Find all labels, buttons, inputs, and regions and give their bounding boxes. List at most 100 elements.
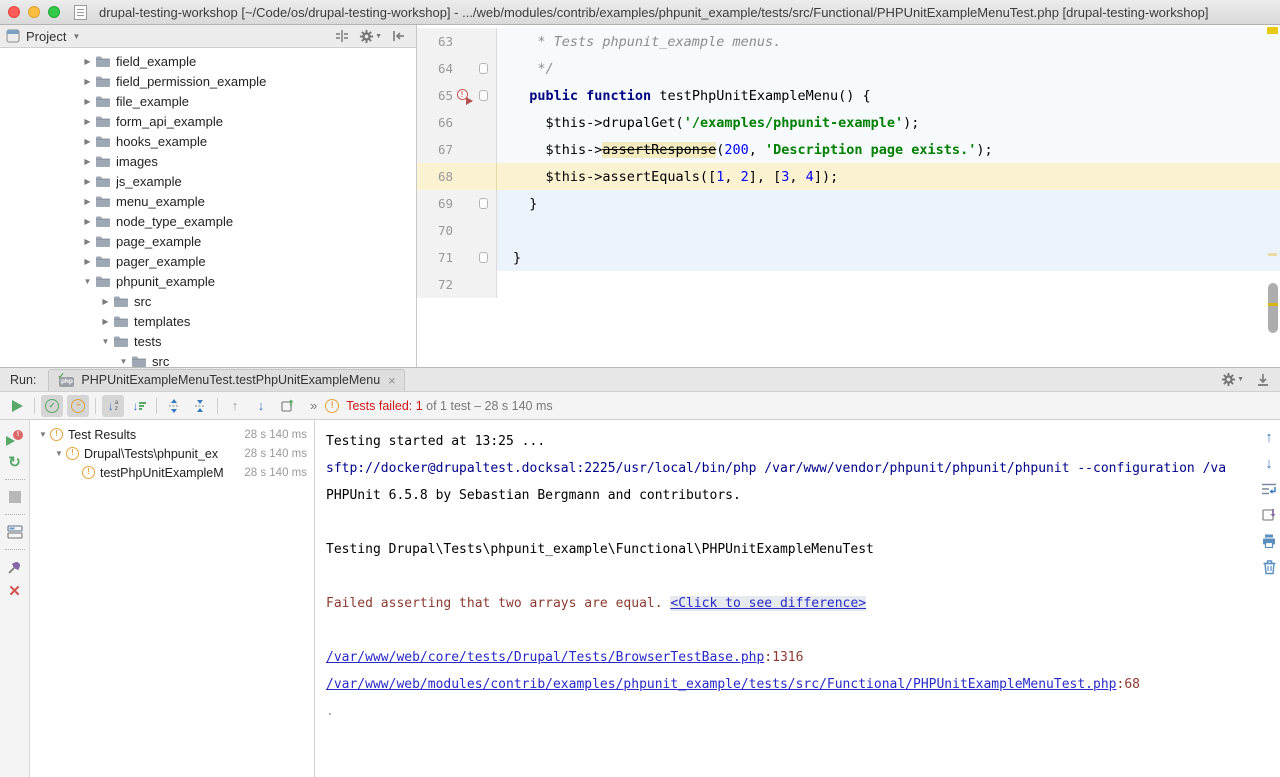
line-number[interactable]: 65 bbox=[417, 88, 453, 103]
project-settings-gear-icon[interactable]: ▼ bbox=[359, 29, 382, 44]
line-number[interactable]: 63 bbox=[417, 34, 453, 49]
chevron-collapsed-icon[interactable]: ▶ bbox=[80, 237, 95, 246]
rerun-failed-tests-button[interactable]: ! bbox=[0, 426, 29, 450]
project-tree-item[interactable]: ▶images bbox=[0, 151, 416, 171]
soft-wrap-button[interactable] bbox=[1261, 480, 1277, 498]
warning-stripe-mark[interactable] bbox=[1268, 253, 1277, 256]
sort-alphabetically-button[interactable]: ↓az bbox=[102, 395, 124, 417]
code-editor[interactable]: 63 * Tests phpunit_example menus.64 */65… bbox=[417, 25, 1280, 367]
restore-layout-button[interactable] bbox=[0, 520, 29, 544]
editor-line[interactable]: 69 } bbox=[417, 190, 1280, 217]
project-tree-item[interactable]: ▶js_example bbox=[0, 171, 416, 191]
run-settings-gear-icon[interactable]: ▼ bbox=[1221, 372, 1244, 387]
line-number[interactable]: 72 bbox=[417, 277, 453, 292]
show-ignored-toggle[interactable]: ≡ bbox=[67, 395, 89, 417]
editor-line[interactable]: 72 bbox=[417, 271, 1280, 298]
editor-line[interactable]: 68 $this->assertEquals([1, 2], [3, 4]); bbox=[417, 163, 1280, 190]
chevron-collapsed-icon[interactable]: ▶ bbox=[80, 117, 95, 126]
previous-failed-test-button[interactable]: ↑ bbox=[224, 395, 246, 417]
close-window-button[interactable] bbox=[8, 6, 20, 18]
editor-scrollbar[interactable] bbox=[1266, 25, 1280, 367]
warning-stripe-mark[interactable] bbox=[1267, 27, 1278, 34]
scrollbar-thumb[interactable] bbox=[1268, 283, 1278, 333]
chevron-collapsed-icon[interactable]: ▶ bbox=[80, 197, 95, 206]
line-number[interactable]: 69 bbox=[417, 196, 453, 211]
rerun-button[interactable] bbox=[6, 395, 28, 417]
editor-line[interactable]: 63 * Tests phpunit_example menus. bbox=[417, 28, 1280, 55]
project-tree-item[interactable]: ▶file_example bbox=[0, 91, 416, 111]
project-tree-item[interactable]: ▶menu_example bbox=[0, 191, 416, 211]
fold-marker-icon[interactable] bbox=[479, 252, 488, 263]
fold-marker-icon[interactable] bbox=[479, 63, 488, 74]
console-link[interactable]: /var/www/web/core/tests/Drupal/Tests/Bro… bbox=[326, 650, 764, 665]
project-tree-item[interactable]: ▶hooks_example bbox=[0, 131, 416, 151]
project-tree-item[interactable]: ▶field_example bbox=[0, 51, 416, 71]
stop-button[interactable] bbox=[0, 485, 29, 509]
chevron-collapsed-icon[interactable]: ▶ bbox=[80, 157, 95, 166]
dock-panel-icon[interactable] bbox=[1256, 373, 1270, 387]
hide-panel-icon[interactable] bbox=[392, 29, 406, 43]
project-tree-item[interactable]: ▶templates bbox=[0, 311, 416, 331]
chevron-collapsed-icon[interactable]: ▶ bbox=[80, 77, 95, 86]
close-panel-button[interactable]: ✕ bbox=[0, 579, 29, 603]
project-tree-item[interactable]: ▼tests bbox=[0, 331, 416, 351]
chevron-collapsed-icon[interactable]: ▶ bbox=[80, 217, 95, 226]
project-tree-item[interactable]: ▶src bbox=[0, 291, 416, 311]
chevron-expanded-icon[interactable]: ▼ bbox=[36, 430, 50, 439]
toggle-auto-test-button[interactable]: ↻ bbox=[0, 450, 29, 474]
expand-all-button[interactable] bbox=[163, 395, 185, 417]
collapse-all-button[interactable] bbox=[189, 395, 211, 417]
minimize-window-button[interactable] bbox=[28, 6, 40, 18]
close-tab-icon[interactable]: × bbox=[388, 373, 396, 388]
fold-marker-icon[interactable] bbox=[479, 90, 488, 101]
line-number[interactable]: 64 bbox=[417, 61, 453, 76]
line-number[interactable]: 67 bbox=[417, 142, 453, 157]
import-test-results-button[interactable] bbox=[276, 395, 298, 417]
zoom-window-button[interactable] bbox=[48, 6, 60, 18]
chevron-expanded-icon[interactable]: ▼ bbox=[80, 277, 95, 286]
chevron-down-icon[interactable]: ▼ bbox=[72, 32, 80, 41]
locate-file-icon[interactable] bbox=[335, 29, 349, 43]
chevron-collapsed-icon[interactable]: ▶ bbox=[80, 257, 95, 266]
line-number[interactable]: 68 bbox=[417, 169, 453, 184]
line-number[interactable]: 71 bbox=[417, 250, 453, 265]
project-tree-item[interactable]: ▶node_type_example bbox=[0, 211, 416, 231]
pin-tab-button[interactable] bbox=[0, 555, 29, 579]
show-passed-toggle[interactable]: ✓ bbox=[41, 395, 63, 417]
editor-line[interactable]: 70 bbox=[417, 217, 1280, 244]
up-stacktrace-button[interactable]: ↑ bbox=[1265, 428, 1273, 446]
scroll-to-end-button[interactable] bbox=[1261, 506, 1277, 524]
editor-line[interactable]: 64 */ bbox=[417, 55, 1280, 82]
project-tree-item[interactable]: ▶field_permission_example bbox=[0, 71, 416, 91]
chevron-expanded-icon[interactable]: ▼ bbox=[116, 357, 131, 366]
chevron-collapsed-icon[interactable]: ▶ bbox=[98, 317, 113, 326]
project-tree-item[interactable]: ▶form_api_example bbox=[0, 111, 416, 131]
chevron-collapsed-icon[interactable]: ▶ bbox=[80, 97, 95, 106]
test-tree-item[interactable]: ▼!Drupal\Tests\phpunit_ex28 s 140 ms bbox=[30, 444, 314, 463]
fold-marker-icon[interactable] bbox=[479, 198, 488, 209]
chevron-collapsed-icon[interactable]: ▶ bbox=[80, 177, 95, 186]
console-panel[interactable]: Testing started at 13:25 ...sftp://docke… bbox=[315, 420, 1280, 777]
print-icon[interactable] bbox=[1261, 532, 1277, 550]
failed-test-gutter-icon[interactable]: ! bbox=[457, 89, 472, 103]
clear-all-icon[interactable] bbox=[1262, 558, 1277, 576]
project-tree-item[interactable]: ▼phpunit_example bbox=[0, 271, 416, 291]
more-options-chevron[interactable]: » bbox=[310, 398, 317, 413]
editor-line[interactable]: 65! public function testPhpUnitExampleMe… bbox=[417, 82, 1280, 109]
project-tree-item[interactable]: ▼src bbox=[0, 351, 416, 367]
editor-line[interactable]: 67 $this->assertResponse(200, 'Descripti… bbox=[417, 136, 1280, 163]
chevron-collapsed-icon[interactable]: ▶ bbox=[80, 137, 95, 146]
console-link[interactable]: <Click to see difference> bbox=[670, 596, 866, 611]
chevron-expanded-icon[interactable]: ▼ bbox=[52, 449, 66, 458]
console-link[interactable]: /var/www/web/modules/contrib/examples/ph… bbox=[326, 677, 1117, 692]
project-panel-title[interactable]: Project bbox=[26, 29, 66, 44]
chevron-collapsed-icon[interactable]: ▶ bbox=[98, 297, 113, 306]
chevron-collapsed-icon[interactable]: ▶ bbox=[80, 57, 95, 66]
editor-line[interactable]: 66 $this->drupalGet('/examples/phpunit-e… bbox=[417, 109, 1280, 136]
test-tree-item[interactable]: !testPhpUnitExampleM28 s 140 ms bbox=[30, 463, 314, 482]
line-number[interactable]: 70 bbox=[417, 223, 453, 238]
project-tree-item[interactable]: ▶pager_example bbox=[0, 251, 416, 271]
down-stacktrace-button[interactable]: ↓ bbox=[1265, 454, 1273, 472]
editor-line[interactable]: 71} bbox=[417, 244, 1280, 271]
next-failed-test-button[interactable]: ↓ bbox=[250, 395, 272, 417]
